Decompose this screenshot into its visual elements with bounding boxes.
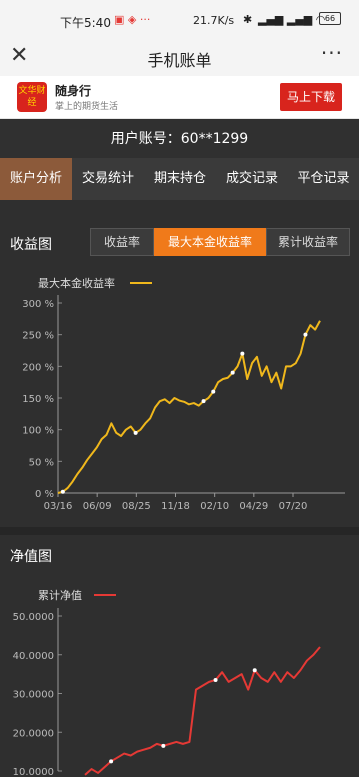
y-tick-label: 150 %	[22, 394, 54, 405]
bluetooth-icon: ✱	[243, 13, 253, 26]
y-tick-label: 200 %	[22, 362, 54, 373]
data-point	[303, 332, 308, 337]
data-point	[213, 677, 218, 682]
y-tick-label: 300 %	[22, 299, 54, 310]
tab-trade-stats[interactable]: 交易统计	[72, 158, 144, 200]
status-bar: 下午5:40 ▣ ◈ ··· 21.7K/s ✱ ▂▄▆ ▂▄▆ ◠ 66	[0, 0, 359, 38]
data-point	[161, 743, 166, 748]
y-tick-label: 30.0000	[13, 690, 54, 701]
data-point	[201, 399, 206, 404]
section-divider	[0, 527, 359, 535]
profit-chart: 0 % 50 % 100 % 150 % 200 % 250 % 300 % 03/16 06/…	[22, 295, 345, 512]
profit-legend-label: 最大本金收益率	[38, 277, 115, 290]
data-point	[60, 489, 65, 494]
data-point	[133, 430, 138, 435]
nav-legend-line	[94, 594, 116, 596]
x-tick-label: 07/20	[279, 501, 308, 512]
x-tick-label: 06/09	[83, 501, 112, 512]
y-tick-label: 50.0000	[13, 612, 54, 623]
series-line	[57, 320, 321, 494]
data-point	[252, 668, 257, 673]
y-tick-label: 250 %	[22, 331, 54, 342]
segment-max-capital-return[interactable]: 最大本金收益率	[154, 228, 266, 256]
battery-icon: 66	[319, 12, 341, 25]
segment-cumulative-return[interactable]: 累计收益率	[266, 228, 350, 256]
x-tick-label: 04/29	[239, 501, 268, 512]
tab-fill-records[interactable]: 成交记录	[216, 158, 288, 200]
signal-icon: ▂▄▆ ▂▄▆ ◠	[258, 13, 326, 26]
download-button[interactable]: 马上下载	[280, 83, 342, 111]
tab-close-records[interactable]: 平仓记录	[288, 158, 359, 200]
app-logo: 文华财经	[17, 82, 47, 112]
x-tick-label: 11/18	[161, 501, 190, 512]
tab-end-positions[interactable]: 期末持仓	[144, 158, 216, 200]
account-label: 用户账号：60**1299	[0, 120, 359, 158]
y-tick-label: 10.0000	[13, 767, 54, 777]
more-icon[interactable]: ···	[321, 41, 343, 65]
profit-legend-line	[130, 282, 152, 284]
profit-chart-title: 收益图	[10, 237, 52, 253]
data-point	[240, 351, 245, 356]
title-bar: ✕ 手机账单 ···	[0, 38, 359, 76]
y-tick-label: 20.0000	[13, 728, 54, 739]
app-slogan: 掌上的期货生活	[55, 102, 119, 112]
nav-chart-title: 净值图	[10, 549, 52, 565]
notification-icon: ▣ ◈ ···	[114, 13, 151, 26]
network-speed: 21.7K/s	[193, 14, 235, 27]
series-line	[84, 646, 321, 776]
app-banner[interactable]: 文华财经 随身行 掌上的期货生活 马上下载	[0, 76, 359, 119]
nav-legend-label: 累计净值	[38, 589, 82, 602]
x-tick-label: 03/16	[44, 501, 73, 512]
x-tick-label: 02/10	[200, 501, 229, 512]
status-time: 下午5:40	[60, 16, 111, 30]
data-point	[230, 370, 235, 375]
tab-account-analysis[interactable]: 账户分析	[0, 158, 72, 200]
app-name: 随身行	[55, 84, 92, 98]
segment-return[interactable]: 收益率	[90, 228, 154, 256]
data-point	[211, 389, 216, 394]
x-tick-label: 08/25	[122, 501, 151, 512]
y-tick-label: 50 %	[29, 457, 54, 468]
y-tick-label: 0 %	[35, 489, 54, 500]
page-title: 手机账单	[147, 51, 212, 70]
tab-bar: 账户分析 交易统计 期末持仓 成交记录 平仓记录	[0, 158, 359, 200]
y-tick-label: 100 %	[22, 426, 54, 437]
data-point	[109, 759, 114, 764]
y-tick-label: 40.0000	[13, 651, 54, 662]
nav-chart: 10.0000 20.0000 30.0000 40.0000 50.0000	[13, 608, 321, 777]
